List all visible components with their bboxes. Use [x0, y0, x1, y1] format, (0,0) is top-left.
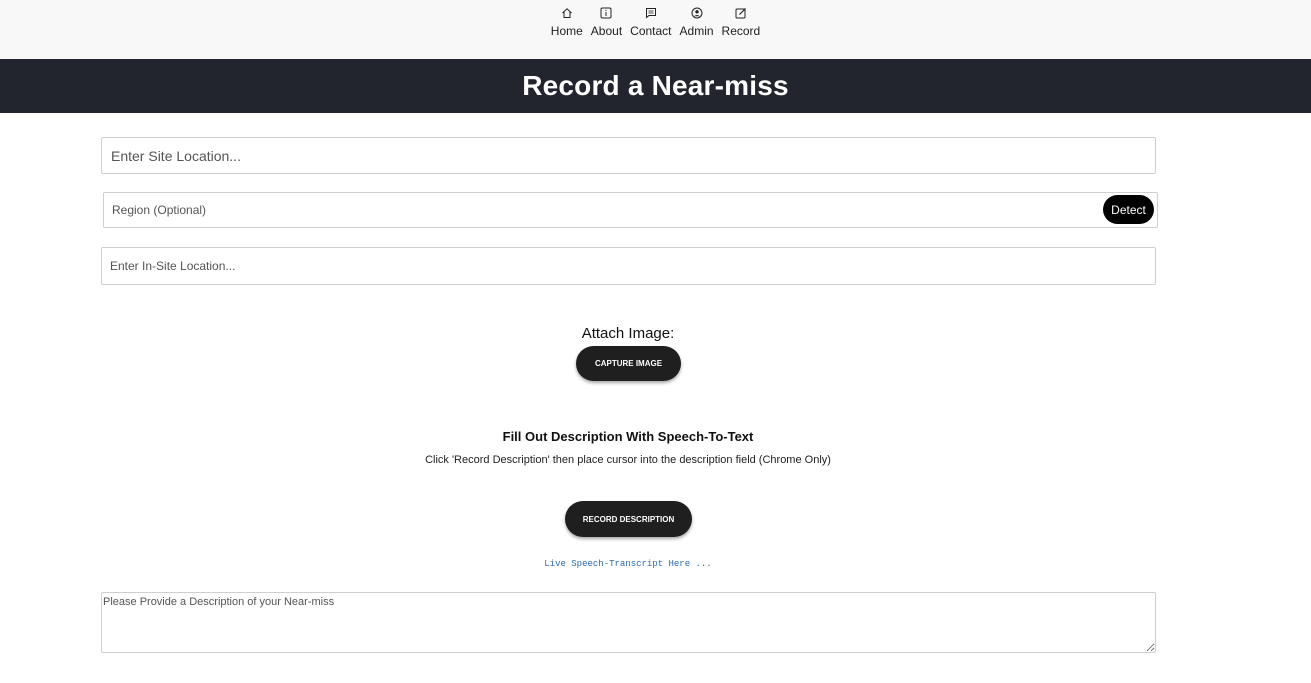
- nav-admin[interactable]: Admin: [680, 6, 714, 39]
- nav-record[interactable]: Record: [721, 6, 761, 39]
- user-circle-icon: [690, 6, 704, 20]
- page-banner: Record a Near-miss: [0, 59, 1311, 113]
- record-description-button[interactable]: RECORD DESCRIPTION: [565, 501, 692, 537]
- live-transcript: Live Speech-Transcript Here ...: [544, 559, 712, 569]
- nav-record-label: Record: [721, 24, 761, 38]
- nav-about[interactable]: About: [591, 6, 622, 39]
- speech-to-text-instructions: Click 'Record Description' then place cu…: [425, 454, 831, 466]
- nav-admin-label: Admin: [679, 24, 714, 38]
- top-navigation: Home About Contact Admin Record: [0, 0, 1311, 59]
- attach-image-label: Attach Image:: [581, 325, 675, 342]
- edit-icon: [734, 6, 748, 20]
- description-textarea[interactable]: [101, 592, 1156, 653]
- nav-about-label: About: [590, 24, 623, 38]
- nav-contact[interactable]: Contact: [630, 6, 672, 39]
- detect-button[interactable]: Detect: [1103, 195, 1154, 224]
- nav-home-label: Home: [550, 24, 583, 38]
- info-icon: [599, 6, 613, 20]
- in-site-location-input[interactable]: [101, 247, 1156, 285]
- nav-contact-label: Contact: [630, 24, 672, 38]
- capture-image-button[interactable]: CAPTURE IMAGE: [576, 346, 681, 381]
- speech-to-text-heading: Fill Out Description With Speech-To-Text: [502, 429, 754, 444]
- region-input[interactable]: [103, 192, 1158, 228]
- page-title: Record a Near-miss: [522, 70, 789, 101]
- nav-home[interactable]: Home: [551, 6, 583, 39]
- home-icon: [560, 6, 574, 20]
- message-icon: [644, 6, 658, 20]
- site-location-input[interactable]: [101, 137, 1156, 174]
